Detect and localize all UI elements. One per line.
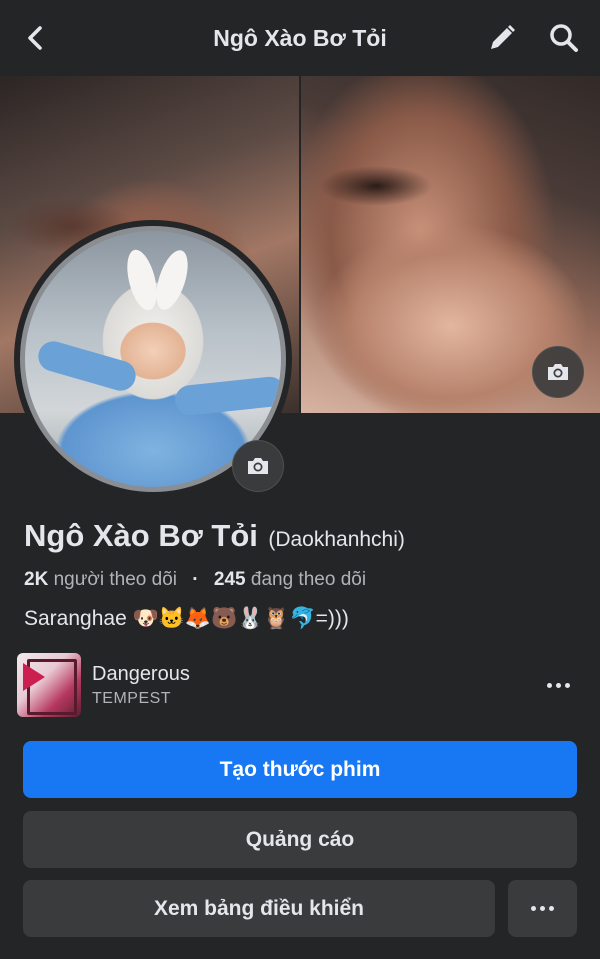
top-app-bar: Ngô Xào Bơ Tỏi — [0, 0, 600, 76]
edit-button[interactable] — [484, 20, 520, 56]
more-horizontal-icon — [531, 906, 554, 911]
create-reel-button[interactable]: Tạo thước phim — [23, 741, 577, 798]
song-title: Dangerous — [92, 663, 190, 685]
camera-icon — [248, 458, 268, 474]
bunny-ear — [121, 246, 163, 314]
view-dashboard-button[interactable]: Xem bảng điều khiển — [23, 880, 495, 937]
music-more-button[interactable] — [540, 673, 576, 697]
following-count[interactable]: 245 — [214, 569, 246, 590]
ads-button[interactable]: Quảng cáo — [23, 811, 577, 868]
more-options-button[interactable] — [508, 880, 577, 937]
stats-separator: · — [192, 569, 199, 590]
search-button[interactable] — [546, 20, 582, 56]
bunny-ear — [150, 246, 194, 314]
arm — [34, 337, 140, 395]
edit-cover-photo-button[interactable] — [532, 346, 584, 398]
edit-profile-picture-button[interactable] — [232, 440, 284, 492]
play-triangle-icon — [23, 663, 45, 691]
search-icon — [550, 24, 578, 52]
profile-bio: Saranghae 🐶🐱🦊🐻🐰🦉🐬=))) — [24, 607, 349, 630]
alternate-name: (Daokhanhchi) — [268, 528, 405, 551]
album-art — [17, 653, 81, 717]
song-artist: TEMPEST — [92, 690, 172, 707]
profile-name-row: Ngô Xào Bơ Tỏi (Daokhanhchi) — [24, 518, 405, 554]
camera-icon — [548, 364, 568, 380]
follow-stats: 2K người theo dõi · 245 đang theo dõi — [24, 569, 366, 591]
following-label[interactable]: đang theo dõi — [251, 569, 366, 590]
more-horizontal-icon — [546, 682, 570, 688]
pencil-icon — [491, 25, 515, 49]
profile-name: Ngô Xào Bơ Tỏi — [24, 518, 258, 553]
followers-label[interactable]: người theo dõi — [54, 569, 177, 590]
followers-count[interactable]: 2K — [24, 569, 48, 590]
profile-music[interactable]: Dangerous TEMPEST — [17, 653, 582, 719]
arm — [173, 375, 281, 417]
